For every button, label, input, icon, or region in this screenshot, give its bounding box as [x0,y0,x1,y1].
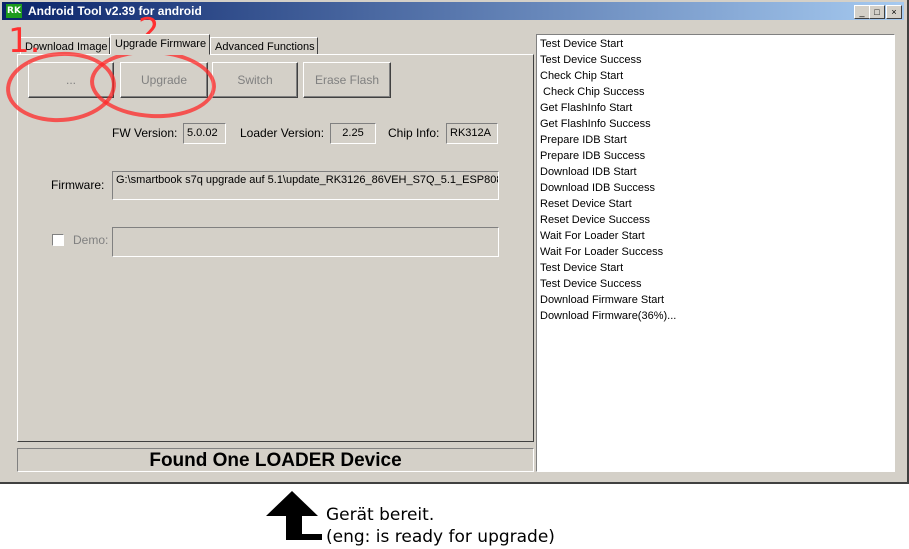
log-line: Test Device Success [540,54,642,66]
status-bar: Found One LOADER Device [17,448,534,472]
loader-version-label: Loader Version: [240,126,325,140]
log-line: Wait For Loader Start [540,230,645,242]
caption-line2: (eng: is ready for upgrade) [326,527,555,547]
log-line: Check Chip Start [540,70,624,82]
log-line: Prepare IDB Success [540,150,646,162]
step1-annotation: 1. [8,21,41,61]
log-line: Download Firmware(36%)... [540,310,677,322]
minimize-button[interactable]: _ [854,5,870,19]
tab-advanced-functions[interactable]: Advanced Functions [210,37,318,55]
log-line: Download Firmware Start [540,294,665,306]
firmware-path-field[interactable]: G:\smartbook s7q upgrade auf 5.1\update_… [112,171,499,200]
tab-upgrade-firmware[interactable]: Upgrade Firmware [110,34,210,55]
log-line: Test Device Start [540,262,624,274]
log-list[interactable]: Test Device Start Test Device Success Ch… [536,34,895,472]
log-line: Download IDB Success [540,182,655,194]
demo-label: Demo: [73,233,109,247]
log-line: Check Chip Success [540,86,645,98]
erase-flash-button[interactable]: Erase Flash [303,62,391,98]
log-line: Reset Device Success [540,214,651,226]
log-line: Get FlashInfo Success [540,118,651,130]
loader-version-field: 2.25 [330,123,376,144]
log-line: Test Device Start [540,38,624,50]
fw-version-field: 5.0.02 [183,123,226,144]
firmware-label: Firmware: [51,178,105,192]
chip-info-field: RK312A [446,123,498,144]
demo-checkbox[interactable] [52,234,64,246]
log-line: Download IDB Start [540,166,637,178]
window-title: Android Tool v2.39 for android [28,4,202,18]
fw-version-label: FW Version: [112,126,178,140]
maximize-button[interactable]: □ [869,5,885,19]
close-button[interactable]: × [886,5,902,19]
log-line: Reset Device Start [540,198,632,210]
up-arrow-icon [266,491,322,540]
app-icon: RK [6,4,22,18]
chip-info-label: Chip Info: [388,126,440,140]
switch-button[interactable]: Switch [212,62,298,98]
log-line: Test Device Success [540,278,642,290]
caption-line1: Gerät bereit. [326,505,435,525]
log-line: Prepare IDB Start [540,134,627,146]
log-line: Wait For Loader Success [540,246,664,258]
demo-field[interactable] [112,227,499,257]
log-line: Get FlashInfo Start [540,102,633,114]
